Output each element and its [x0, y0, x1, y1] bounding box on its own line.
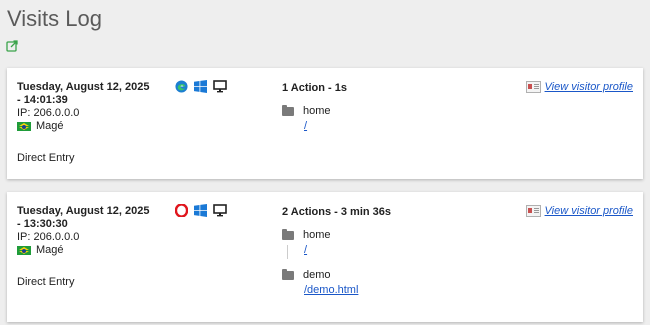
brazil-flag-icon — [17, 246, 31, 255]
windows-icon — [194, 80, 207, 93]
visit-summary: 2 Actions - 3 min 36s — [282, 206, 392, 218]
folder-icon — [282, 104, 294, 116]
visit-date-line2: - 14:01:39 — [17, 94, 68, 106]
visitor-platform-icons — [175, 80, 227, 93]
windows-icon — [194, 204, 207, 217]
action-title: home — [303, 229, 331, 241]
visitor-location: Magé — [17, 244, 167, 257]
visit-info: Tuesday, August 12, 2025 - 14:01:39 IP: … — [17, 81, 167, 133]
desktop-icon — [213, 204, 227, 217]
visit-date-line2: - 13:30:30 — [17, 218, 68, 230]
visitor-profile-icon — [525, 205, 541, 217]
action-title: demo — [303, 269, 331, 281]
view-visitor-profile-link[interactable]: View visitor profile — [545, 205, 633, 217]
visit-summary: 1 Action - 1s — [282, 82, 347, 94]
folder-icon — [282, 228, 294, 240]
action-connector — [287, 245, 288, 259]
action-item: home / — [282, 228, 331, 259]
export-icon[interactable] — [6, 39, 19, 52]
page-title: Visits Log — [7, 6, 102, 31]
action-item: demo /demo.html — [282, 268, 358, 296]
visitor-city: Magé — [36, 120, 64, 132]
visitor-location: Magé — [17, 120, 167, 133]
visitor-platform-icons — [175, 204, 227, 217]
folder-icon — [282, 268, 294, 280]
visitor-ip: IP: 206.0.0.0 — [17, 231, 80, 243]
action-item: home / — [282, 104, 331, 132]
visit-card: Tuesday, August 12, 2025 - 14:01:39 IP: … — [7, 68, 643, 179]
visit-date-line1: Tuesday, August 12, 2025 — [17, 81, 150, 93]
visitor-ip: IP: 206.0.0.0 — [17, 107, 80, 119]
action-url-link[interactable]: / — [304, 120, 331, 132]
visit-card: Tuesday, August 12, 2025 - 13:30:30 IP: … — [7, 192, 643, 322]
desktop-icon — [213, 80, 227, 93]
visitor-profile-link-wrap[interactable]: View visitor profile — [525, 205, 633, 217]
action-title: home — [303, 105, 331, 117]
visit-info: Tuesday, August 12, 2025 - 13:30:30 IP: … — [17, 205, 167, 257]
brazil-flag-icon — [17, 122, 31, 131]
action-url-link[interactable]: / — [304, 244, 331, 256]
visitor-profile-icon — [525, 81, 541, 93]
action-url-link[interactable]: /demo.html — [304, 284, 358, 296]
opera-browser-icon — [175, 204, 188, 217]
visitor-city: Magé — [36, 244, 64, 256]
visit-date: Tuesday, August 12, 2025 - 14:01:39 — [17, 81, 167, 107]
referrer: Direct Entry — [17, 152, 75, 164]
visit-date: Tuesday, August 12, 2025 - 13:30:30 — [17, 205, 167, 231]
referrer: Direct Entry — [17, 276, 75, 288]
edge-browser-icon — [175, 80, 188, 93]
visitor-profile-link-wrap[interactable]: View visitor profile — [525, 81, 633, 93]
visit-date-line1: Tuesday, August 12, 2025 — [17, 205, 150, 217]
view-visitor-profile-link[interactable]: View visitor profile — [545, 81, 633, 93]
